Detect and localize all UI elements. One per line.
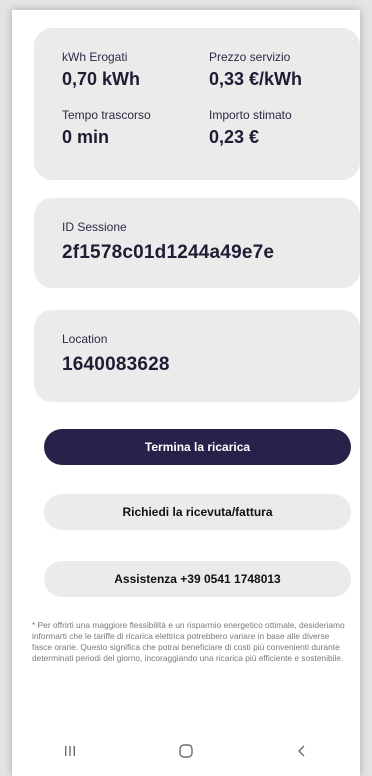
android-nav-bar (12, 726, 360, 776)
tariff-disclaimer: * Per offrirti una maggiore flessibilità… (32, 620, 345, 663)
session-id: ID Sessione 2f1578c01d1244a49e7e (62, 220, 274, 264)
stop-charging-button[interactable]: Termina la ricarica (44, 429, 351, 465)
location-value: 1640083628 (62, 354, 170, 375)
service-price-value: 0,33 €/kWh (209, 69, 303, 89)
service-price: Prezzo servizio 0,33 €/kWh (209, 50, 302, 90)
elapsed-time-value: 0 min (62, 127, 110, 147)
recents-icon[interactable] (40, 731, 100, 771)
estimated-amount-value: 0,23 € (209, 127, 260, 147)
service-price-label: Prezzo servizio (209, 50, 291, 64)
estimated-amount-label: Importo stimato (209, 108, 292, 122)
kwh-delivered-value: 0,70 kWh (62, 69, 141, 89)
estimated-amount: Importo stimato 0,23 € (209, 108, 292, 148)
location-card: Location 1640083628 (34, 310, 360, 402)
request-receipt-button[interactable]: Richiedi la ricevuta/fattura (44, 494, 351, 530)
kwh-delivered: kWh Erogati 0,70 kWh (62, 50, 140, 90)
elapsed-time-label: Tempo trascorso (62, 108, 151, 122)
home-icon[interactable] (156, 731, 216, 771)
session-id-card: ID Sessione 2f1578c01d1244a49e7e (34, 198, 360, 288)
elapsed-time: Tempo trascorso 0 min (62, 108, 151, 148)
session-id-label: ID Sessione (62, 220, 127, 234)
session-id-value: 2f1578c01d1244a49e7e (62, 242, 275, 263)
location-label: Location (62, 332, 108, 346)
support-phone-button[interactable]: Assistenza +39 0541 1748013 (44, 561, 351, 597)
location: Location 1640083628 (62, 332, 170, 376)
phone-screen: kWh Erogati 0,70 kWh Prezzo servizio 0,3… (12, 10, 360, 776)
kwh-delivered-label: kWh Erogati (62, 50, 128, 64)
back-icon[interactable] (272, 731, 332, 771)
charging-stats-card: kWh Erogati 0,70 kWh Prezzo servizio 0,3… (34, 28, 360, 180)
